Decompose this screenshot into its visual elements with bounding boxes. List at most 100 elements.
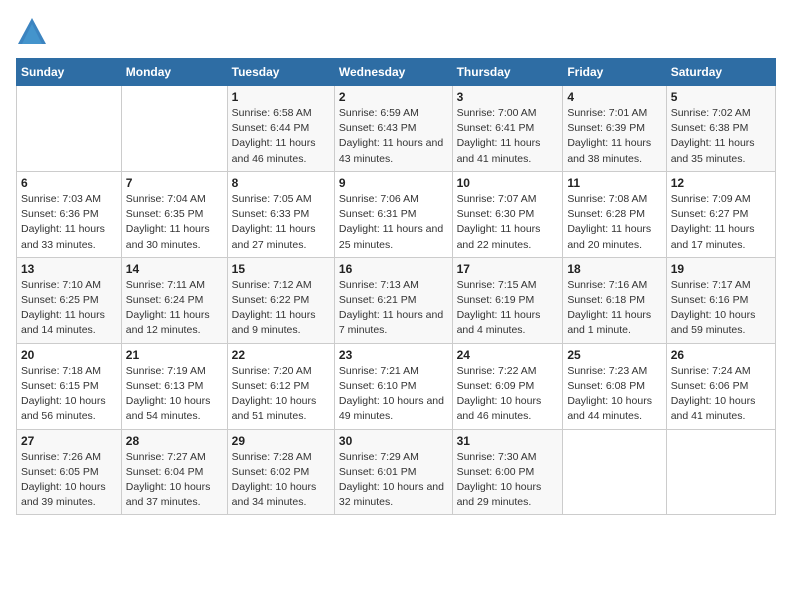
calendar-cell: 20 Sunrise: 7:18 AM Sunset: 6:15 PM Dayli… — [17, 343, 122, 429]
day-info: Sunrise: 7:06 AM Sunset: 6:31 PM Dayligh… — [339, 192, 448, 253]
day-info: Sunrise: 7:30 AM Sunset: 6:00 PM Dayligh… — [457, 450, 559, 511]
calendar-cell: 10 Sunrise: 7:07 AM Sunset: 6:30 PM Dayli… — [452, 171, 563, 257]
day-number: 10 — [457, 176, 559, 190]
calendar-cell: 1 Sunrise: 6:58 AM Sunset: 6:44 PM Daylig… — [227, 86, 334, 172]
day-number: 29 — [232, 434, 330, 448]
calendar-cell: 17 Sunrise: 7:15 AM Sunset: 6:19 PM Dayli… — [452, 257, 563, 343]
day-info: Sunrise: 7:15 AM Sunset: 6:19 PM Dayligh… — [457, 278, 559, 339]
day-info: Sunrise: 7:19 AM Sunset: 6:13 PM Dayligh… — [126, 364, 223, 425]
calendar-cell: 24 Sunrise: 7:22 AM Sunset: 6:09 PM Dayli… — [452, 343, 563, 429]
calendar-cell: 18 Sunrise: 7:16 AM Sunset: 6:18 PM Dayli… — [563, 257, 666, 343]
day-number: 13 — [21, 262, 117, 276]
day-number: 17 — [457, 262, 559, 276]
calendar-cell: 14 Sunrise: 7:11 AM Sunset: 6:24 PM Dayli… — [121, 257, 227, 343]
day-info: Sunrise: 7:05 AM Sunset: 6:33 PM Dayligh… — [232, 192, 330, 253]
calendar-cell: 13Sunrise: 7:10 AM Sunset: 6:25 PM Dayli… — [17, 257, 122, 343]
day-info: Sunrise: 7:00 AM Sunset: 6:41 PM Dayligh… — [457, 106, 559, 167]
calendar-header-tuesday: Tuesday — [227, 59, 334, 86]
day-number: 2 — [339, 90, 448, 104]
calendar-header-saturday: Saturday — [666, 59, 775, 86]
logo — [16, 16, 52, 48]
calendar-week-row: 6 Sunrise: 7:03 AM Sunset: 6:36 PM Daylig… — [17, 171, 776, 257]
calendar-header-monday: Monday — [121, 59, 227, 86]
day-info: Sunrise: 6:58 AM Sunset: 6:44 PM Dayligh… — [232, 106, 330, 167]
calendar-cell: 26 Sunrise: 7:24 AM Sunset: 6:06 PM Dayli… — [666, 343, 775, 429]
day-info: Sunrise: 7:13 AM Sunset: 6:21 PM Dayligh… — [339, 278, 448, 339]
calendar-cell: 12Sunrise: 7:09 AM Sunset: 6:27 PM Dayli… — [666, 171, 775, 257]
day-info: Sunrise: 7:16 AM Sunset: 6:18 PM Dayligh… — [567, 278, 661, 339]
calendar-week-row: 13Sunrise: 7:10 AM Sunset: 6:25 PM Dayli… — [17, 257, 776, 343]
day-info: Sunrise: 7:24 AM Sunset: 6:06 PM Dayligh… — [671, 364, 771, 425]
calendar-table: SundayMondayTuesdayWednesdayThursdayFrid… — [16, 58, 776, 515]
day-number: 22 — [232, 348, 330, 362]
calendar-header-row: SundayMondayTuesdayWednesdayThursdayFrid… — [17, 59, 776, 86]
calendar-cell: 9 Sunrise: 7:06 AM Sunset: 6:31 PM Daylig… — [334, 171, 452, 257]
calendar-cell: 30 Sunrise: 7:29 AM Sunset: 6:01 PM Dayli… — [334, 429, 452, 515]
day-number: 3 — [457, 90, 559, 104]
calendar-cell: 4 Sunrise: 7:01 AM Sunset: 6:39 PM Daylig… — [563, 86, 666, 172]
day-info: Sunrise: 7:28 AM Sunset: 6:02 PM Dayligh… — [232, 450, 330, 511]
day-info: Sunrise: 7:17 AM Sunset: 6:16 PM Dayligh… — [671, 278, 771, 339]
day-number: 15 — [232, 262, 330, 276]
calendar-cell — [17, 86, 122, 172]
calendar-cell: 22Sunrise: 7:20 AM Sunset: 6:12 PM Dayli… — [227, 343, 334, 429]
calendar-cell: 25 Sunrise: 7:23 AM Sunset: 6:08 PM Dayli… — [563, 343, 666, 429]
calendar-cell — [563, 429, 666, 515]
day-number: 27 — [21, 434, 117, 448]
day-number: 25 — [567, 348, 661, 362]
day-info: Sunrise: 7:11 AM Sunset: 6:24 PM Dayligh… — [126, 278, 223, 339]
calendar-week-row: 1 Sunrise: 6:58 AM Sunset: 6:44 PM Daylig… — [17, 86, 776, 172]
day-number: 26 — [671, 348, 771, 362]
calendar-cell: 28Sunrise: 7:27 AM Sunset: 6:04 PM Dayli… — [121, 429, 227, 515]
calendar-cell: 29 Sunrise: 7:28 AM Sunset: 6:02 PM Dayli… — [227, 429, 334, 515]
day-info: Sunrise: 7:12 AM Sunset: 6:22 PM Dayligh… — [232, 278, 330, 339]
day-number: 9 — [339, 176, 448, 190]
day-info: Sunrise: 7:22 AM Sunset: 6:09 PM Dayligh… — [457, 364, 559, 425]
day-number: 7 — [126, 176, 223, 190]
day-info: Sunrise: 7:02 AM Sunset: 6:38 PM Dayligh… — [671, 106, 771, 167]
calendar-cell: 27 Sunrise: 7:26 AM Sunset: 6:05 PM Dayli… — [17, 429, 122, 515]
calendar-header-thursday: Thursday — [452, 59, 563, 86]
calendar-header-friday: Friday — [563, 59, 666, 86]
day-number: 8 — [232, 176, 330, 190]
day-number: 20 — [21, 348, 117, 362]
day-info: Sunrise: 7:03 AM Sunset: 6:36 PM Dayligh… — [21, 192, 117, 253]
logo-icon — [16, 16, 48, 48]
day-number: 30 — [339, 434, 448, 448]
day-number: 19 — [671, 262, 771, 276]
calendar-cell: 23 Sunrise: 7:21 AM Sunset: 6:10 PM Dayli… — [334, 343, 452, 429]
day-number: 28 — [126, 434, 223, 448]
day-info: Sunrise: 7:08 AM Sunset: 6:28 PM Dayligh… — [567, 192, 661, 253]
day-info: Sunrise: 7:09 AM Sunset: 6:27 PM Dayligh… — [671, 192, 771, 253]
day-number: 5 — [671, 90, 771, 104]
day-number: 6 — [21, 176, 117, 190]
calendar-header-wednesday: Wednesday — [334, 59, 452, 86]
calendar-cell: 2Sunrise: 6:59 AM Sunset: 6:43 PM Daylig… — [334, 86, 452, 172]
calendar-cell: 11 Sunrise: 7:08 AM Sunset: 6:28 PM Dayli… — [563, 171, 666, 257]
day-info: Sunrise: 7:23 AM Sunset: 6:08 PM Dayligh… — [567, 364, 661, 425]
day-number: 14 — [126, 262, 223, 276]
day-info: Sunrise: 7:07 AM Sunset: 6:30 PM Dayligh… — [457, 192, 559, 253]
day-number: 23 — [339, 348, 448, 362]
day-number: 4 — [567, 90, 661, 104]
day-number: 31 — [457, 434, 559, 448]
calendar-cell: 7Sunrise: 7:04 AM Sunset: 6:35 PM Daylig… — [121, 171, 227, 257]
day-info: Sunrise: 7:29 AM Sunset: 6:01 PM Dayligh… — [339, 450, 448, 511]
day-info: Sunrise: 7:26 AM Sunset: 6:05 PM Dayligh… — [21, 450, 117, 511]
day-number: 11 — [567, 176, 661, 190]
calendar-cell: 19 Sunrise: 7:17 AM Sunset: 6:16 PM Dayli… — [666, 257, 775, 343]
calendar-cell: 21Sunrise: 7:19 AM Sunset: 6:13 PM Dayli… — [121, 343, 227, 429]
calendar-cell — [666, 429, 775, 515]
calendar-header-sunday: Sunday — [17, 59, 122, 86]
day-info: Sunrise: 7:18 AM Sunset: 6:15 PM Dayligh… — [21, 364, 117, 425]
day-number: 18 — [567, 262, 661, 276]
page-header — [16, 16, 776, 48]
day-info: Sunrise: 7:01 AM Sunset: 6:39 PM Dayligh… — [567, 106, 661, 167]
calendar-week-row: 20 Sunrise: 7:18 AM Sunset: 6:15 PM Dayli… — [17, 343, 776, 429]
calendar-cell: 6 Sunrise: 7:03 AM Sunset: 6:36 PM Daylig… — [17, 171, 122, 257]
day-number: 24 — [457, 348, 559, 362]
calendar-cell: 16Sunrise: 7:13 AM Sunset: 6:21 PM Dayli… — [334, 257, 452, 343]
day-info: Sunrise: 7:21 AM Sunset: 6:10 PM Dayligh… — [339, 364, 448, 425]
calendar-cell: 8 Sunrise: 7:05 AM Sunset: 6:33 PM Daylig… — [227, 171, 334, 257]
day-number: 1 — [232, 90, 330, 104]
